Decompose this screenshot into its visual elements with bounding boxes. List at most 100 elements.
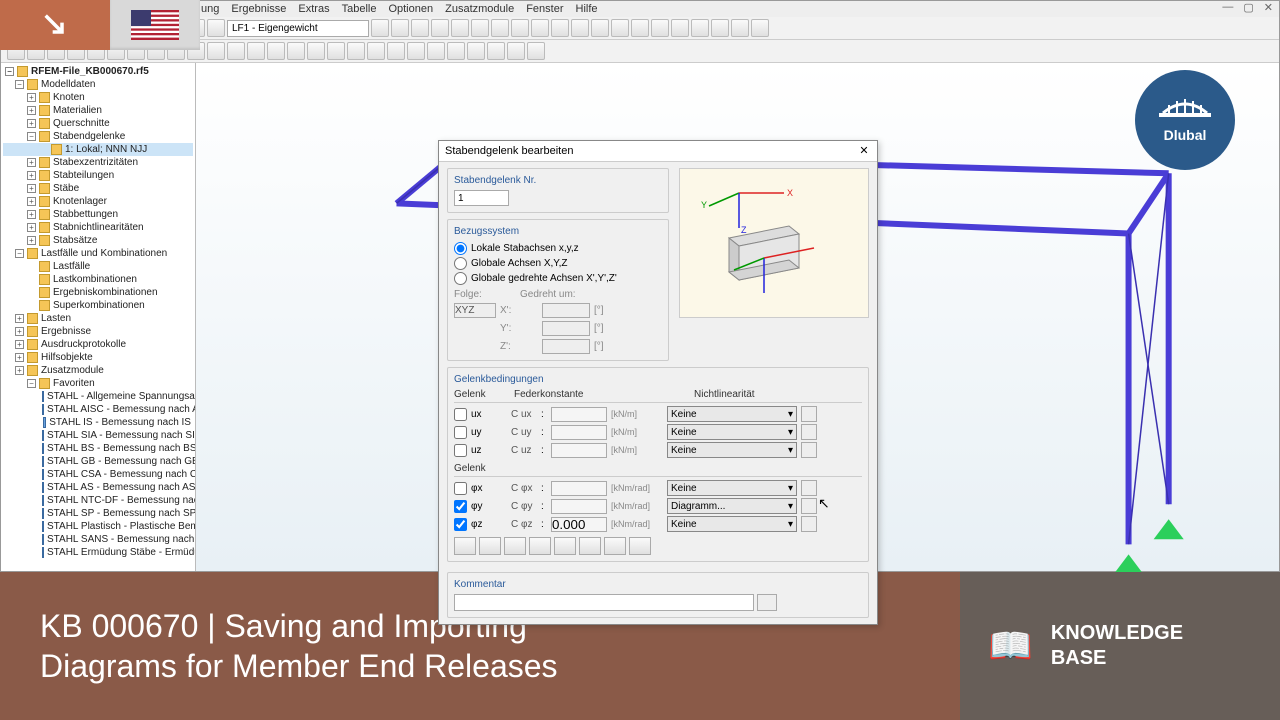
tree-item[interactable]: −Modelldaten: [3, 78, 193, 91]
strip-button[interactable]: [629, 537, 651, 555]
tool-button[interactable]: [411, 19, 429, 37]
tool-button[interactable]: [391, 19, 409, 37]
tool-button[interactable]: [491, 19, 509, 37]
tree-item[interactable]: +Stabexzentrizitäten: [3, 156, 193, 169]
tool-button[interactable]: [427, 42, 445, 60]
spring-constant-input[interactable]: [551, 517, 607, 532]
menu-item[interactable]: Optionen: [388, 3, 433, 15]
tree-item[interactable]: STAHL NTC-DF - Bemessung nach NTC: [3, 494, 193, 507]
menu-item[interactable]: Hilfe: [576, 3, 598, 15]
tree-item[interactable]: +Ergebnisse: [3, 325, 193, 338]
tool-button[interactable]: [451, 19, 469, 37]
nonlinearity-combo[interactable]: Keine▾: [667, 480, 797, 496]
strip-button[interactable]: [529, 537, 551, 555]
hinge-checkbox[interactable]: [454, 518, 467, 531]
edit-nonlinearity-button[interactable]: [801, 406, 817, 422]
tool-button[interactable]: [531, 19, 549, 37]
tree-item[interactable]: STAHL - Allgemeine Spannungsanalyse: [3, 390, 193, 403]
tool-button[interactable]: [447, 42, 465, 60]
nonlinearity-combo[interactable]: Keine▾: [667, 516, 797, 532]
strip-button[interactable]: [454, 537, 476, 555]
load-case-combo[interactable]: [227, 20, 369, 37]
tree-item[interactable]: Lastkombinationen: [3, 273, 193, 286]
comment-input[interactable]: [454, 594, 754, 611]
tool-button[interactable]: [551, 19, 569, 37]
edit-nonlinearity-button[interactable]: [801, 516, 817, 532]
tool-button[interactable]: [407, 42, 425, 60]
tree-item[interactable]: +Stabteilungen: [3, 169, 193, 182]
tool-button[interactable]: [431, 19, 449, 37]
strip-button[interactable]: [504, 537, 526, 555]
tool-button[interactable]: [247, 42, 265, 60]
close-window-button[interactable]: ✕: [1264, 1, 1273, 14]
edit-nonlinearity-button[interactable]: [801, 480, 817, 496]
tool-button[interactable]: [371, 19, 389, 37]
tool-button[interactable]: [527, 42, 545, 60]
hinge-checkbox[interactable]: [454, 444, 467, 457]
tree-item[interactable]: −Lastfälle und Kombinationen: [3, 247, 193, 260]
menu-item[interactable]: Extras: [298, 3, 329, 15]
tree-item[interactable]: STAHL BS - Bemessung nach BS: [3, 442, 193, 455]
tree-item[interactable]: STAHL GB - Bemessung nach GB: [3, 455, 193, 468]
tool-button[interactable]: [207, 19, 225, 37]
tool-button[interactable]: [731, 19, 749, 37]
tree-item[interactable]: −Stabendgelenke: [3, 130, 193, 143]
spring-constant-input[interactable]: [551, 443, 607, 458]
spring-constant-input[interactable]: [551, 499, 607, 514]
strip-button[interactable]: [604, 537, 626, 555]
tree-item[interactable]: STAHL Ermüdung Stäbe - Ermüdungs: [3, 546, 193, 559]
tree-item[interactable]: −RFEM-File_KB000670.rf5: [3, 65, 193, 78]
edit-nonlinearity-button[interactable]: [801, 424, 817, 440]
tree-item[interactable]: STAHL CSA - Bemessung nach CSA: [3, 468, 193, 481]
tree-item[interactable]: STAHL SP - Bemessung nach SP: [3, 507, 193, 520]
dialog-close-button[interactable]: ✕: [857, 144, 871, 158]
tree-item[interactable]: STAHL SIA - Bemessung nach SIA: [3, 429, 193, 442]
hinge-checkbox[interactable]: [454, 408, 467, 421]
tree-item[interactable]: +Knotenlager: [3, 195, 193, 208]
tool-button[interactable]: [287, 42, 305, 60]
tool-button[interactable]: [511, 19, 529, 37]
edit-nonlinearity-button[interactable]: [801, 498, 817, 514]
strip-button[interactable]: [479, 537, 501, 555]
tool-button[interactable]: [387, 42, 405, 60]
minimize-button[interactable]: —: [1222, 1, 1233, 14]
tree-item[interactable]: +Stabbettungen: [3, 208, 193, 221]
tool-button[interactable]: [651, 19, 669, 37]
tree-item[interactable]: +Ausdruckprotokolle: [3, 338, 193, 351]
radio-local-axes[interactable]: [454, 242, 467, 255]
tree-item[interactable]: +Stabsätze: [3, 234, 193, 247]
tree-item[interactable]: STAHL Plastisch - Plastische Bemessun: [3, 520, 193, 533]
tree-item[interactable]: +Querschnitte: [3, 117, 193, 130]
hinge-checkbox[interactable]: [454, 482, 467, 495]
tree-item[interactable]: +Lasten: [3, 312, 193, 325]
tree-item[interactable]: −Favoriten: [3, 377, 193, 390]
tool-button[interactable]: [367, 42, 385, 60]
nonlinearity-combo[interactable]: Diagramm...▾: [667, 498, 797, 514]
tree-item[interactable]: Lastfälle: [3, 260, 193, 273]
tree-item[interactable]: STAHL IS - Bemessung nach IS: [3, 416, 193, 429]
hinge-checkbox[interactable]: [454, 426, 467, 439]
tool-button[interactable]: [327, 42, 345, 60]
tree-item[interactable]: +Hilfsobjekte: [3, 351, 193, 364]
tree-item[interactable]: 1: Lokal; NNN NJJ: [3, 143, 193, 156]
edit-nonlinearity-button[interactable]: [801, 442, 817, 458]
radio-rotated-axes[interactable]: [454, 272, 467, 285]
spring-constant-input[interactable]: [551, 407, 607, 422]
maximize-button[interactable]: ▢: [1243, 1, 1253, 14]
tool-button[interactable]: [307, 42, 325, 60]
spring-constant-input[interactable]: [551, 425, 607, 440]
hinge-checkbox[interactable]: [454, 500, 467, 513]
comment-pick-button[interactable]: [757, 594, 777, 611]
tool-button[interactable]: [711, 19, 729, 37]
menu-item[interactable]: Ergebnisse: [231, 3, 286, 15]
menu-item[interactable]: Zusatzmodule: [445, 3, 514, 15]
tree-item[interactable]: +Stäbe: [3, 182, 193, 195]
tree-item[interactable]: STAHL AS - Bemessung nach AS: [3, 481, 193, 494]
spring-constant-input[interactable]: [551, 481, 607, 496]
tree-item[interactable]: Ergebniskombinationen: [3, 286, 193, 299]
strip-button[interactable]: [579, 537, 601, 555]
tool-button[interactable]: [347, 42, 365, 60]
tool-button[interactable]: [691, 19, 709, 37]
strip-button[interactable]: [554, 537, 576, 555]
tree-item[interactable]: +Zusatzmodule: [3, 364, 193, 377]
